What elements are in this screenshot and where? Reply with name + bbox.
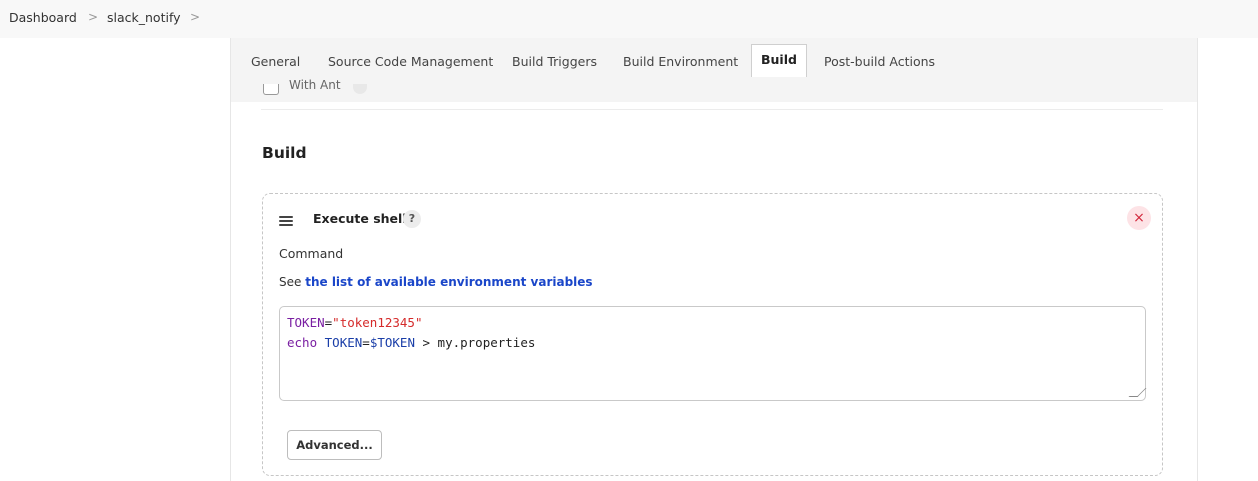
tab-general[interactable]: General: [251, 47, 300, 77]
partial-option-label: With Ant: [289, 78, 341, 90]
config-panel: General Source Code Management Build Tri…: [230, 38, 1198, 481]
breadcrumb-separator: >: [88, 10, 99, 24]
breadcrumb: Dashboard > slack_notify >: [0, 0, 1258, 38]
command-code: TOKEN="token12345" echo TOKEN=$TOKEN > m…: [287, 315, 536, 350]
tab-bar: General Source Code Management Build Tri…: [231, 38, 1197, 102]
breadcrumb-separator: >: [190, 10, 201, 24]
advanced-button[interactable]: Advanced...: [287, 430, 382, 460]
help-icon[interactable]: ?: [403, 210, 421, 228]
env-vars-prefix: See: [279, 275, 302, 289]
delete-step-button[interactable]: ×: [1127, 206, 1151, 230]
partial-checkbox[interactable]: [263, 84, 279, 95]
command-label: Command: [279, 246, 344, 261]
section-divider: [261, 109, 1163, 110]
drag-handle-icon[interactable]: [279, 216, 293, 226]
breadcrumb-dashboard[interactable]: Dashboard: [9, 10, 77, 25]
tab-build-triggers[interactable]: Build Triggers: [512, 47, 597, 77]
tab-source-code-management[interactable]: Source Code Management: [328, 47, 493, 77]
command-textarea[interactable]: TOKEN="token12345" echo TOKEN=$TOKEN > m…: [279, 306, 1147, 401]
env-vars-link[interactable]: the list of available environment variab…: [305, 275, 592, 289]
tab-build-environment[interactable]: Build Environment: [623, 47, 738, 77]
section-title: Build: [262, 144, 307, 162]
tab-build[interactable]: Build: [751, 44, 807, 77]
env-vars-hint: See the list of available environment va…: [279, 275, 593, 289]
execute-shell-step: Execute shell ? × Command See the list o…: [262, 193, 1163, 476]
breadcrumb-slack-notify[interactable]: slack_notify: [107, 10, 181, 25]
resize-handle-icon[interactable]: [1128, 388, 1147, 397]
step-title: Execute shell: [313, 211, 407, 226]
tab-post-build-actions[interactable]: Post-build Actions: [824, 47, 935, 77]
